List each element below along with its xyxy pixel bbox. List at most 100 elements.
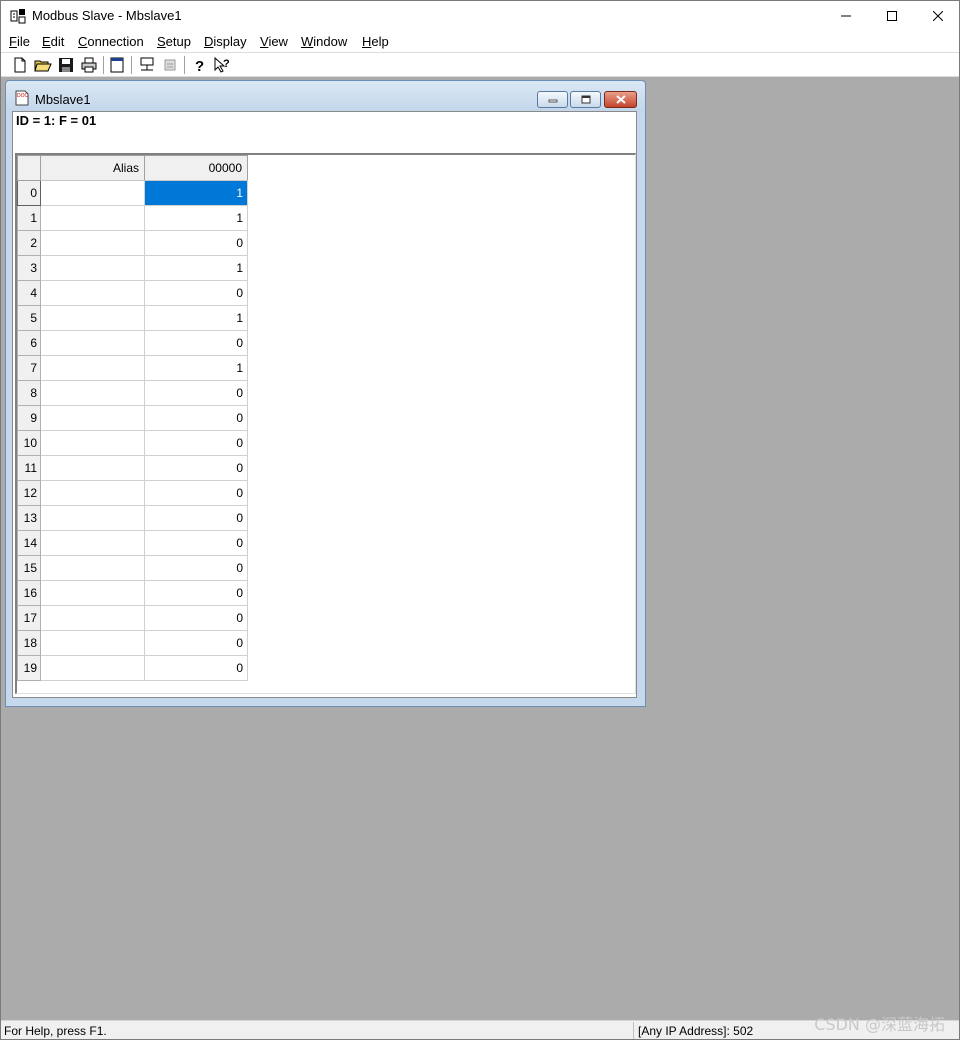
alias-cell[interactable]	[40, 405, 145, 431]
row-header[interactable]: 7	[17, 355, 41, 381]
value-cell[interactable]: 0	[144, 580, 248, 606]
save-icon[interactable]	[57, 56, 75, 74]
row-header[interactable]: 2	[17, 230, 41, 256]
row-header[interactable]: 6	[17, 330, 41, 356]
alias-cell[interactable]	[40, 505, 145, 531]
value-cell[interactable]: 0	[144, 605, 248, 631]
row-header[interactable]: 5	[17, 305, 41, 331]
row-header[interactable]: 8	[17, 380, 41, 406]
menu-bar: File Edit Connection Setup Display View …	[1, 31, 959, 52]
disconnect-icon[interactable]	[161, 56, 179, 74]
alias-cell[interactable]	[40, 305, 145, 331]
alias-cell[interactable]	[40, 330, 145, 356]
alias-cell[interactable]	[40, 180, 145, 206]
child-client-area: ID = 1: F = 01 Alias 00000 0111203140516…	[12, 111, 637, 698]
row-header[interactable]: 0	[17, 180, 41, 206]
value-cell[interactable]: 1	[144, 205, 248, 231]
value-cell[interactable]: 0	[144, 430, 248, 456]
row-header[interactable]: 14	[17, 530, 41, 556]
child-restore-button[interactable]	[570, 91, 601, 108]
row-header[interactable]: 1	[17, 205, 41, 231]
alias-cell[interactable]	[40, 580, 145, 606]
alias-cell[interactable]	[40, 630, 145, 656]
restore-icon	[581, 95, 590, 104]
alias-cell[interactable]	[40, 480, 145, 506]
row-header[interactable]: 18	[17, 630, 41, 656]
title-bar[interactable]: Modbus Slave - Mbslave1	[1, 1, 959, 31]
close-button[interactable]	[915, 1, 960, 31]
menu-file[interactable]: File	[9, 34, 30, 49]
child-close-button[interactable]	[604, 91, 637, 108]
new-document-icon[interactable]	[11, 56, 29, 74]
value-cell[interactable]: 0	[144, 405, 248, 431]
print-icon[interactable]	[80, 56, 98, 74]
alias-cell[interactable]	[40, 280, 145, 306]
value-cell[interactable]: 0	[144, 330, 248, 356]
table-row: 31	[17, 255, 248, 281]
toolbar: ? ?	[1, 52, 959, 77]
toolbar-separator	[131, 56, 133, 74]
value-cell[interactable]: 1	[144, 180, 248, 206]
menu-view[interactable]: View	[260, 34, 288, 49]
row-header[interactable]: 10	[17, 430, 41, 456]
row-header[interactable]: 17	[17, 605, 41, 631]
open-folder-icon[interactable]	[34, 56, 52, 74]
row-header[interactable]: 9	[17, 405, 41, 431]
value-cell[interactable]: 0	[144, 380, 248, 406]
context-help-icon[interactable]: ?	[213, 56, 231, 74]
table-row: 15 0	[17, 555, 248, 581]
row-header[interactable]: 19	[17, 655, 41, 681]
window-icon[interactable]	[108, 56, 126, 74]
row-header[interactable]: 3	[17, 255, 41, 281]
row-header[interactable]: 12	[17, 480, 41, 506]
alias-cell[interactable]	[40, 255, 145, 281]
column-header-address[interactable]: 00000	[144, 155, 248, 181]
table-row: 71	[17, 355, 248, 381]
menu-display[interactable]: Display	[204, 34, 247, 49]
row-header[interactable]: 11	[17, 455, 41, 481]
alias-cell[interactable]	[40, 605, 145, 631]
menu-setup[interactable]: Setup	[157, 34, 191, 49]
value-cell[interactable]: 0	[144, 655, 248, 681]
alias-cell[interactable]	[40, 380, 145, 406]
menu-help[interactable]: Help	[362, 34, 389, 49]
alias-cell[interactable]	[40, 455, 145, 481]
value-cell[interactable]: 0	[144, 280, 248, 306]
value-cell[interactable]: 0	[144, 555, 248, 581]
value-cell[interactable]: 1	[144, 355, 248, 381]
value-cell[interactable]: 0	[144, 455, 248, 481]
table-row: 11	[17, 205, 248, 231]
value-cell[interactable]: 0	[144, 530, 248, 556]
alias-cell[interactable]	[40, 430, 145, 456]
alias-cell[interactable]	[40, 530, 145, 556]
child-minimize-button[interactable]	[537, 91, 568, 108]
row-header[interactable]: 4	[17, 280, 41, 306]
alias-cell[interactable]	[40, 555, 145, 581]
row-header[interactable]: 15	[17, 555, 41, 581]
value-cell[interactable]: 0	[144, 630, 248, 656]
value-cell[interactable]: 0	[144, 230, 248, 256]
alias-cell[interactable]	[40, 355, 145, 381]
row-header[interactable]: 13	[17, 505, 41, 531]
status-connection-text: [Any IP Address]: 502	[638, 1024, 754, 1038]
child-title: Mbslave1	[35, 92, 91, 107]
connect-icon[interactable]	[138, 56, 156, 74]
alias-cell[interactable]	[40, 655, 145, 681]
maximize-button[interactable]	[869, 1, 915, 31]
close-icon	[615, 95, 626, 104]
alias-cell[interactable]	[40, 205, 145, 231]
menu-edit[interactable]: Edit	[42, 34, 64, 49]
row-header[interactable]: 16	[17, 580, 41, 606]
menu-connection[interactable]: Connection	[78, 34, 144, 49]
menu-window[interactable]: Window	[301, 34, 347, 49]
alias-cell[interactable]	[40, 230, 145, 256]
child-title-bar[interactable]: DOC Mbslave1	[6, 81, 645, 111]
value-cell[interactable]: 1	[144, 305, 248, 331]
value-cell[interactable]: 1	[144, 255, 248, 281]
minimize-button[interactable]	[823, 1, 869, 31]
value-cell[interactable]: 0	[144, 505, 248, 531]
value-cell[interactable]: 0	[144, 480, 248, 506]
column-header-alias[interactable]: Alias	[40, 155, 145, 181]
help-icon[interactable]: ?	[190, 56, 208, 74]
grid-corner-cell[interactable]	[17, 155, 41, 181]
